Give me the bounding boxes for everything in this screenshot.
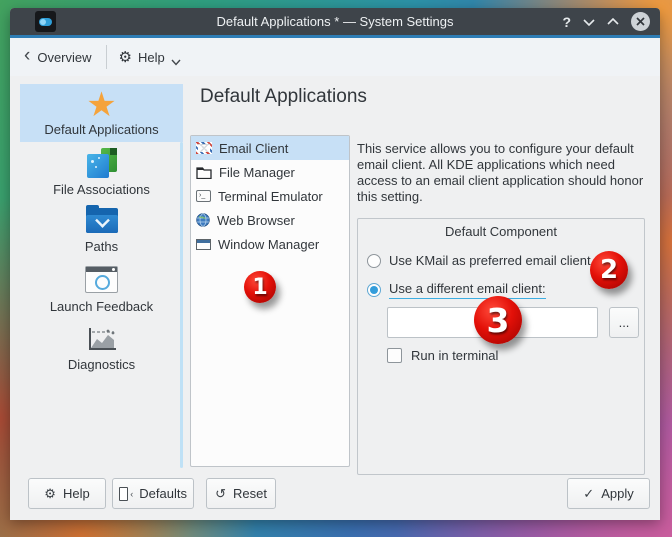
sidebar-item-launch-feedback[interactable]: Launch Feedback — [20, 266, 183, 318]
list-item-label: File Manager — [219, 165, 295, 180]
titlebar-help-icon[interactable]: ? — [562, 14, 571, 30]
file-manager-icon — [196, 166, 212, 179]
back-chevron-icon: ‹ — [24, 49, 30, 63]
sidebar-item-label: Default Applications — [44, 122, 158, 137]
maximize-icon[interactable] — [607, 18, 619, 26]
folder-icon — [86, 208, 118, 233]
sidebar-scrollbar[interactable] — [180, 142, 183, 468]
toolbar: ‹ Overview ⚙ Help — [10, 38, 660, 76]
chart-icon — [86, 326, 118, 352]
help-button-label: Help — [63, 486, 90, 501]
terminal-icon: ›_ — [196, 190, 211, 202]
globe-icon — [196, 213, 210, 227]
document-revert-icon: ‹ — [119, 487, 128, 501]
checkbox-unchecked-icon[interactable] — [387, 348, 402, 363]
sidebar-item-default-applications[interactable]: ★ Default Applications — [20, 84, 183, 142]
toolbar-separator — [106, 45, 107, 69]
window-icon — [196, 239, 211, 250]
run-in-terminal-checkbox-row[interactable]: Run in terminal — [387, 348, 498, 363]
busy-window-icon — [85, 266, 118, 293]
reset-button-label: Reset — [233, 486, 267, 501]
annotation-badge-2: 2 — [590, 251, 628, 289]
overview-label: Overview — [37, 50, 91, 65]
star-icon: ★ — [86, 88, 116, 122]
apply-button-label: Apply — [601, 486, 634, 501]
apply-button[interactable]: ✓ Apply — [567, 478, 650, 509]
list-item-window-manager[interactable]: Window Manager — [191, 232, 349, 256]
shade-icon[interactable] — [583, 18, 595, 26]
list-item-label: Web Browser — [217, 213, 295, 228]
annotation-badge-1: 1 — [244, 271, 276, 303]
sidebar-item-label: File Associations — [53, 182, 150, 197]
radio-label: Use KMail as preferred email client — [389, 253, 591, 268]
defaults-button-label: Defaults — [139, 486, 187, 501]
sidebar-item-label: Launch Feedback — [50, 299, 153, 314]
sidebar-item-label: Paths — [85, 239, 118, 254]
chevron-down-icon — [171, 59, 181, 66]
toolbar-help-button[interactable]: ⚙ Help — [119, 50, 181, 65]
sidebar-item-file-associations[interactable]: File Associations — [20, 148, 183, 200]
kde-gear-icon: ⚙ — [119, 50, 132, 65]
help-button[interactable]: ⚙ Help — [28, 478, 106, 509]
close-icon[interactable] — [631, 12, 650, 31]
radio-use-different-client[interactable]: Use a different email client: — [367, 281, 546, 299]
list-item-label: Email Client — [219, 141, 288, 156]
system-settings-window: Default Applications * — System Settings… — [10, 8, 660, 520]
undo-arrow-icon: ↺ — [215, 487, 226, 500]
list-item-label: Terminal Emulator — [218, 189, 323, 204]
list-item-email-client[interactable]: Email Client — [191, 136, 349, 160]
defaults-button[interactable]: ‹ Defaults — [112, 478, 194, 509]
sidebar-item-diagnostics[interactable]: Diagnostics — [20, 326, 183, 378]
desktop: Default Applications * — System Settings… — [0, 0, 672, 537]
list-item-label: Window Manager — [218, 237, 319, 252]
checkmark-icon: ✓ — [583, 487, 594, 500]
browse-button-label: ... — [619, 315, 630, 330]
file-associations-icon — [87, 148, 117, 178]
toolbar-help-label: Help — [138, 50, 165, 65]
checkbox-label: Run in terminal — [411, 348, 498, 363]
kde-gear-icon: ⚙ — [44, 487, 56, 500]
list-item-file-manager[interactable]: File Manager — [191, 160, 349, 184]
sidebar-item-label: Diagnostics — [68, 357, 135, 372]
overview-button[interactable]: ‹ Overview — [24, 50, 92, 65]
email-icon — [196, 142, 212, 154]
groupbox-title: Default Component — [358, 224, 644, 239]
titlebar[interactable]: Default Applications * — System Settings… — [10, 8, 660, 35]
radio-use-kmail[interactable]: Use KMail as preferred email client — [367, 253, 591, 268]
radio-checked-icon[interactable] — [367, 283, 381, 297]
annotation-badge-3: 3 — [474, 296, 522, 344]
reset-button[interactable]: ↺ Reset — [206, 478, 276, 509]
list-item-web-browser[interactable]: Web Browser — [191, 208, 349, 232]
radio-unchecked-icon[interactable] — [367, 254, 381, 268]
radio-label: Use a different email client: — [389, 281, 546, 299]
service-list: Email Client File Manager ›_ Terminal Em… — [190, 135, 350, 467]
sidebar-item-paths[interactable]: Paths — [20, 208, 183, 258]
page-title: Default Applications — [200, 86, 367, 108]
browse-button[interactable]: ... — [609, 307, 639, 338]
service-description: This service allows you to configure you… — [357, 141, 653, 205]
list-item-terminal-emulator[interactable]: ›_ Terminal Emulator — [191, 184, 349, 208]
